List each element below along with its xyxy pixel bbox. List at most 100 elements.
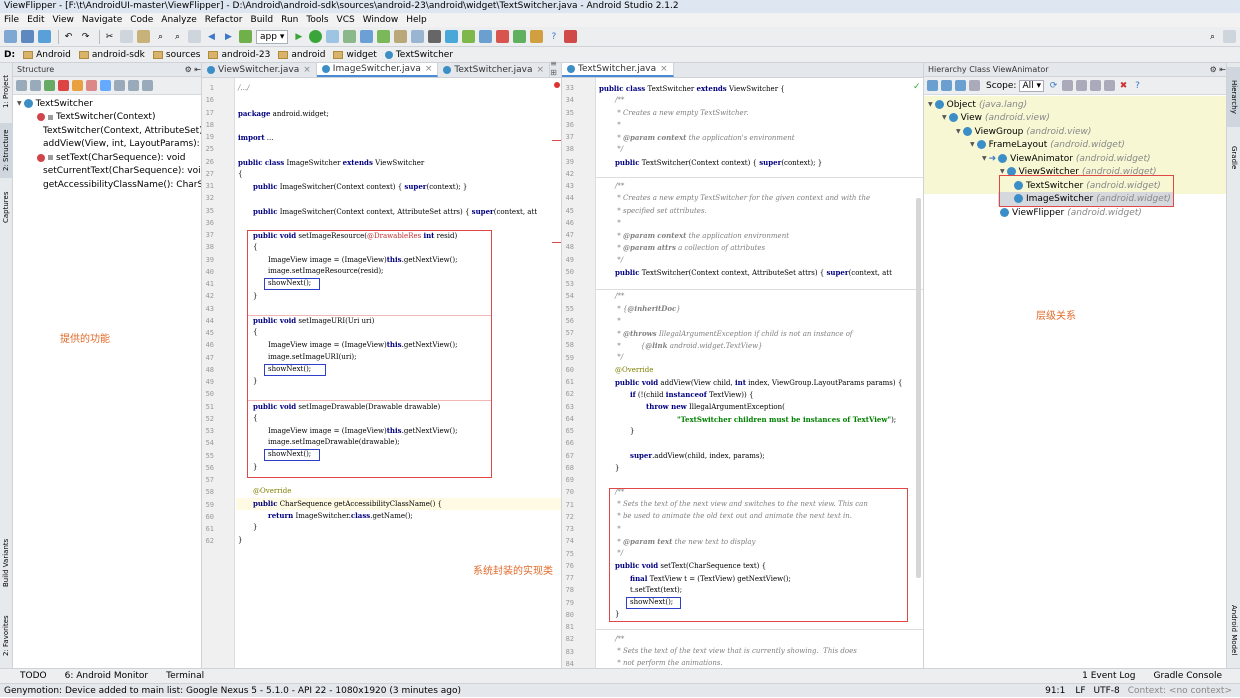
pin-icon[interactable] — [1090, 80, 1102, 91]
menu-tools[interactable]: Tools — [302, 13, 332, 27]
menu-analyze[interactable]: Analyze — [157, 13, 200, 27]
collapse-all-icon[interactable] — [1076, 80, 1088, 91]
tool-tab-gradle[interactable]: Gradle — [1227, 143, 1240, 173]
breadcrumb-drive[interactable]: D: — [4, 50, 15, 60]
run-icon[interactable]: ▶ — [292, 30, 305, 43]
breadcrumb-item[interactable]: TextSwitcher — [384, 50, 453, 60]
hierarchy-node-viewflipper[interactable]: ViewFlipper (android.widget) — [1000, 206, 1142, 219]
hierarchy-node-viewgroup[interactable]: ▼ ViewGroup (android.view) — [956, 125, 1091, 138]
sdk-manager-icon[interactable] — [462, 30, 476, 43]
find-icon[interactable]: ⌕ — [154, 30, 167, 43]
tab-list-icon[interactable]: ≡ ⊞ — [550, 59, 561, 77]
panel-settings-icon[interactable]: ⚙ ⇤ — [185, 63, 201, 76]
tool-tab-android-monitor[interactable]: 6: Android Monitor — [65, 671, 149, 681]
structure-item[interactable]: TextSwitcher(Context, AttributeSet) — [17, 124, 201, 138]
instant-run-icon[interactable] — [377, 30, 391, 43]
close-icon[interactable]: × — [660, 62, 668, 76]
menu-help[interactable]: Help — [402, 13, 431, 27]
sync-icon[interactable] — [38, 30, 51, 43]
breadcrumb-item[interactable]: android-sdk — [78, 50, 145, 60]
menu-vcs[interactable]: VCS — [333, 13, 359, 27]
menu-code[interactable]: Code — [126, 13, 157, 27]
hierarchy-node-object[interactable]: ▼ Object (java.lang) — [928, 98, 1027, 111]
profile-icon[interactable] — [343, 30, 357, 43]
show-nonpublic-icon[interactable] — [72, 80, 83, 91]
back-icon[interactable]: ◀ — [205, 30, 218, 43]
run-config-select[interactable]: app ▾ — [256, 29, 289, 44]
stop-icon[interactable] — [428, 30, 442, 43]
breadcrumb-item[interactable]: Android — [23, 50, 71, 60]
autoscroll-icon[interactable] — [114, 80, 125, 91]
code-editor-left[interactable]: 1 16 17 18 19 25 26 27 31 32 35 36 37 38 39 40 41 42 43 44 4… — [202, 78, 561, 668]
sort-alpha-icon[interactable] — [969, 80, 980, 91]
redo-icon[interactable]: ↷ — [79, 30, 92, 43]
menu-build[interactable]: Build — [247, 13, 278, 27]
caret-position[interactable]: 91:1 — [1045, 684, 1065, 697]
structure-item[interactable]: TextSwitcher(Context) — [17, 111, 201, 125]
panel-settings-icon[interactable]: ⚙ ⇤ — [1210, 63, 1226, 76]
forward-icon[interactable]: ▶ — [222, 30, 235, 43]
apply-changes-icon[interactable] — [394, 30, 408, 43]
cut-icon[interactable]: ✂ — [103, 30, 116, 43]
breadcrumb-item[interactable]: android-23 — [208, 50, 270, 60]
refresh-icon[interactable] — [411, 30, 425, 43]
tab-imageswitcher[interactable]: ImageSwitcher.java × — [316, 62, 439, 77]
type-hierarchy-icon[interactable] — [927, 80, 938, 91]
gradle-sync-icon[interactable] — [513, 30, 527, 43]
menu-edit[interactable]: Edit — [23, 13, 48, 27]
tool-tab-favorites[interactable]: 2: Favorites — [0, 608, 13, 663]
show-inherited-icon[interactable] — [44, 80, 55, 91]
genymotion-icon[interactable] — [564, 30, 578, 43]
scope-select[interactable]: All ▾ — [1019, 79, 1045, 92]
help-icon[interactable]: ? — [1132, 80, 1143, 91]
hierarchy-node-framelayout[interactable]: ▼ FrameLayout (android.widget) — [970, 138, 1125, 151]
error-icon[interactable] — [554, 82, 560, 88]
menu-run[interactable]: Run — [277, 13, 302, 27]
structure-root[interactable]: ▼ TextSwitcher — [17, 97, 201, 111]
menu-file[interactable]: File — [0, 13, 23, 27]
code-editor-right[interactable]: 33 34 35 36 37 38 39 42 43 44 45 46 47 48 49 50 53 54 55 56… — [562, 78, 923, 668]
close-icon[interactable]: × — [425, 62, 433, 76]
project-structure-icon[interactable] — [479, 30, 493, 43]
copy-icon[interactable] — [120, 30, 133, 43]
hierarchy-node-view[interactable]: ▼ View (android.view) — [942, 111, 1050, 124]
tool-tab-gradle-console[interactable]: Gradle Console — [1153, 671, 1222, 681]
close-icon[interactable]: ✖ — [1118, 80, 1129, 91]
layout-icon[interactable] — [1223, 30, 1236, 43]
tool-tab-todo[interactable]: TODO — [20, 671, 47, 681]
show-lambdas-icon[interactable] — [86, 80, 97, 91]
make-icon[interactable] — [239, 30, 252, 43]
tab-textswitcher-right[interactable]: TextSwitcher.java × — [562, 63, 674, 77]
tool-tab-captures[interactable]: Captures — [0, 185, 13, 230]
tool-tab-android-model[interactable]: Android Model — [1227, 598, 1240, 663]
export-icon[interactable] — [1104, 80, 1116, 91]
attach-icon[interactable] — [326, 30, 340, 43]
search-icon[interactable]: ⌕ — [1206, 30, 1219, 43]
structure-item[interactable]: addView(View, int, LayoutParams): void — [17, 138, 201, 152]
structure-item[interactable]: setText(CharSequence): void — [17, 151, 201, 165]
collapse-icon[interactable]: ▼ — [17, 100, 22, 107]
tab-viewswitcher[interactable]: ViewSwitcher.java × — [202, 63, 317, 77]
expand-all-icon[interactable] — [128, 80, 139, 91]
structure-item[interactable]: getAccessibilityClassName(): CharSequenc… — [17, 178, 201, 192]
android-icon[interactable] — [530, 30, 544, 43]
coverage-icon[interactable] — [360, 30, 374, 43]
undo-icon[interactable]: ↶ — [62, 30, 75, 43]
android-device-monitor-icon[interactable] — [496, 30, 510, 43]
structure-icon[interactable] — [188, 30, 201, 43]
paste-icon[interactable] — [137, 30, 150, 43]
menu-view[interactable]: View — [49, 13, 78, 27]
structure-item[interactable]: setCurrentText(CharSequence): void — [17, 165, 201, 179]
expand-all-icon[interactable] — [1062, 80, 1074, 91]
breadcrumb-item[interactable]: widget — [333, 50, 377, 60]
tool-tab-project[interactable]: 1: Project — [0, 67, 13, 117]
hierarchy-node-viewanimator[interactable]: ▼ ➜ ViewAnimator (android.widget) — [982, 152, 1151, 165]
tool-tab-hierarchy[interactable]: Hierarchy — [1227, 67, 1240, 127]
debug-icon[interactable] — [309, 30, 323, 43]
save-icon[interactable] — [21, 30, 34, 43]
close-icon[interactable]: × — [303, 63, 311, 77]
tab-textswitcher[interactable]: TextSwitcher.java × — [438, 63, 551, 77]
breadcrumb-item[interactable]: android — [278, 50, 325, 60]
menu-window[interactable]: Window — [359, 13, 403, 27]
replace-icon[interactable]: ⌕ — [171, 30, 184, 43]
